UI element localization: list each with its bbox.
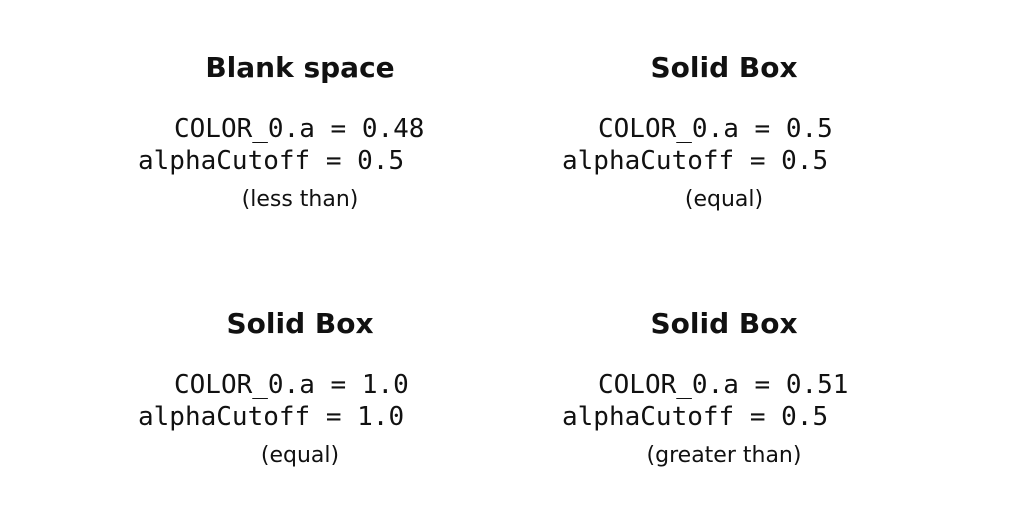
alpha-cutoff-line: alphaCutoff = 0.5 <box>562 402 829 432</box>
panel-title: Solid Box <box>650 51 798 84</box>
color-alpha-line: COLOR_0.a = 0.5 <box>598 114 833 144</box>
comparison-note: (equal) <box>684 187 764 212</box>
panel-bottom-left: Solid Box COLOR_0.a = 1.0 alphaCutoff = … <box>0 256 512 512</box>
color-alpha-line: COLOR_0.a = 0.51 <box>598 370 849 400</box>
panel-title: Solid Box <box>650 307 798 340</box>
color-alpha-line: COLOR_0.a = 0.48 <box>174 114 425 144</box>
color-alpha-line: COLOR_0.a = 1.0 <box>174 370 409 400</box>
alpha-cutoff-line: alphaCutoff = 0.5 <box>138 146 405 176</box>
panel-top-left: Blank space COLOR_0.a = 0.48 alphaCutoff… <box>0 0 512 256</box>
alpha-cutoff-line: alphaCutoff = 1.0 <box>138 402 405 432</box>
alpha-cutoff-line: alphaCutoff = 0.5 <box>562 146 829 176</box>
alpha-cutoff-diagram: Blank space COLOR_0.a = 0.48 alphaCutoff… <box>0 0 1024 512</box>
panel-bottom-right: Solid Box COLOR_0.a = 0.51 alphaCutoff =… <box>512 256 1024 512</box>
panel-top-right: Solid Box COLOR_0.a = 0.5 alphaCutoff = … <box>512 0 1024 256</box>
comparison-note: (greater than) <box>646 443 802 468</box>
